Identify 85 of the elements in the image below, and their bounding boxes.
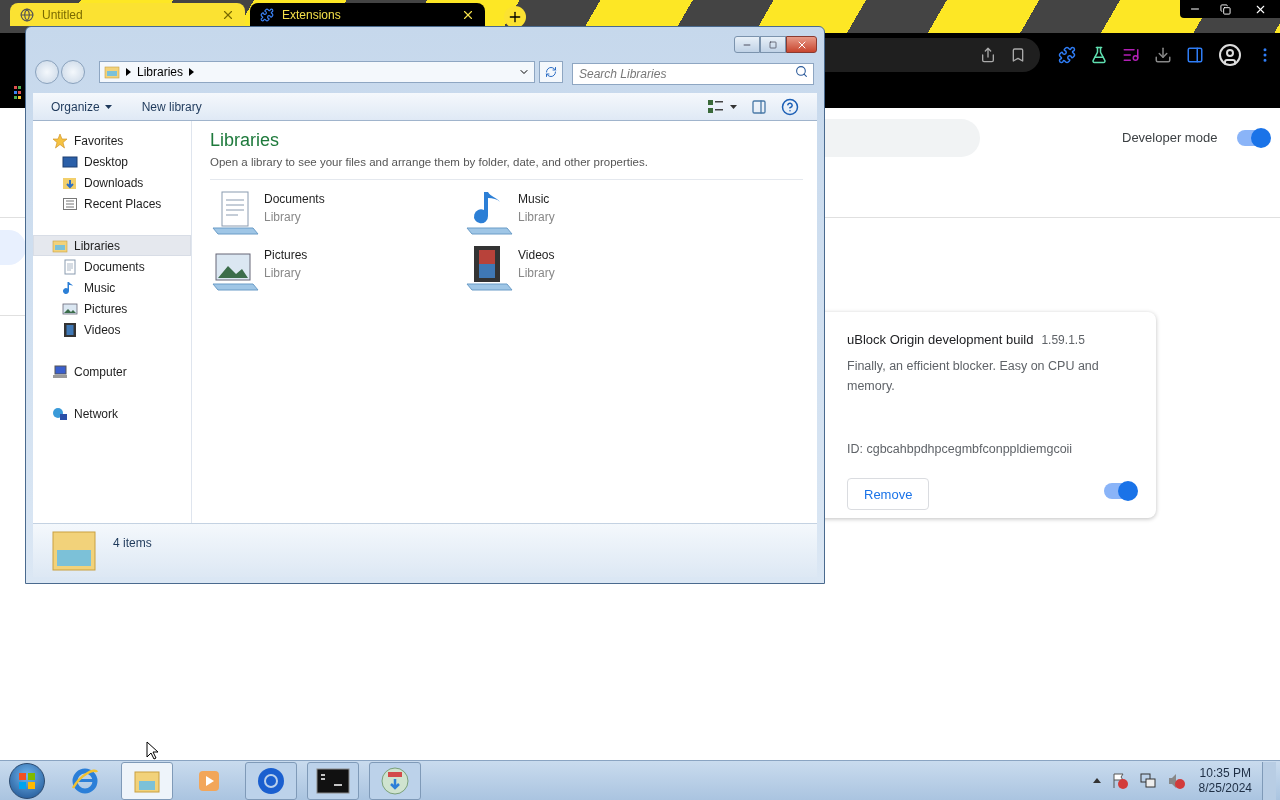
maximize-icon (769, 40, 777, 49)
view-options-icon[interactable] (708, 99, 724, 114)
film-icon (62, 321, 78, 338)
preview-pane-icon[interactable] (751, 98, 767, 115)
refresh-button[interactable] (539, 60, 563, 83)
avatar-icon[interactable] (1218, 43, 1242, 67)
apps-grid-icon[interactable] (14, 85, 22, 100)
library-item[interactable]: Pictures Library (210, 244, 464, 293)
puzzle-icon (260, 7, 274, 22)
picture-icon (62, 300, 78, 317)
restore-icon (1219, 3, 1231, 15)
computer-icon (52, 363, 68, 380)
network-icon[interactable] (1138, 771, 1157, 790)
download-icon[interactable] (1154, 46, 1172, 64)
nav-item[interactable]: Network (33, 403, 191, 424)
terminal-icon (316, 766, 350, 795)
windows-logo-icon (18, 771, 36, 790)
library-item[interactable]: Videos Library (464, 244, 718, 293)
library-item[interactable]: Music Library (464, 188, 718, 237)
library-subtitle: Open a library to see your files and arrange them by folder, date, and other properties. (210, 155, 649, 170)
help-icon[interactable] (781, 97, 799, 116)
search-field[interactable] (825, 118, 980, 157)
remove-button[interactable]: Remove (847, 478, 930, 511)
puzzle-icon[interactable] (1058, 46, 1076, 64)
nav-item[interactable]: Libraries (33, 235, 191, 256)
globe-icon (20, 7, 34, 22)
caret-icon[interactable] (730, 104, 737, 109)
document-icon (62, 258, 78, 275)
extension-id: ID: cgbcahbpdhpcegmbfconppldiemgcoii (847, 440, 1074, 458)
nav-item[interactable]: Favorites (33, 130, 191, 151)
library-folder-icon (51, 528, 97, 572)
flag-error-icon[interactable] (1110, 771, 1129, 790)
breadcrumb-item[interactable]: Libraries (137, 62, 184, 81)
star-icon (52, 132, 68, 149)
caret-icon (104, 104, 112, 109)
extension-name: uBlock Origin development build (847, 331, 1034, 349)
show-hidden-icons-button[interactable] (1092, 778, 1101, 783)
library-item[interactable]: Documents Library (210, 188, 464, 237)
library-folder-icon (52, 237, 68, 254)
library-heading: Libraries (210, 129, 281, 151)
playlist-icon[interactable] (1122, 46, 1140, 64)
bookmark-icon[interactable] (1010, 47, 1026, 63)
nav-item[interactable]: Music (43, 277, 191, 298)
nav-item[interactable]: Recent Places (43, 193, 191, 214)
close-button[interactable] (786, 36, 817, 53)
ring-icon (256, 765, 286, 796)
nav-item[interactable]: Downloads (43, 172, 191, 193)
extension-version: 1.59.1.5 (1041, 332, 1085, 349)
recent-places-icon (62, 195, 78, 212)
refresh-icon (545, 65, 557, 78)
address-field[interactable]: Libraries (99, 60, 535, 83)
toolbar-button[interactable]: Organize (51, 97, 112, 116)
extension-description: Finally, an efficient blocker. Easy on CPU and memory. (847, 357, 1100, 395)
library-folder-icon (104, 63, 120, 80)
plus-icon (507, 9, 523, 25)
desktop-icon (62, 153, 78, 170)
search-icon (795, 64, 808, 78)
clock[interactable]: 10:35 PM 8/25/2024 (1198, 765, 1252, 796)
minimize-button[interactable] (734, 36, 760, 53)
side-panel-icon[interactable] (1186, 46, 1204, 64)
nav-item[interactable]: Documents (43, 256, 191, 277)
item-count: 4 items (113, 535, 152, 552)
new-tab-button[interactable] (504, 6, 526, 28)
video-library-icon (464, 244, 514, 293)
nav-item[interactable]: Videos (43, 319, 191, 340)
nav-item[interactable]: Computer (33, 361, 191, 382)
flask-icon[interactable] (1090, 46, 1108, 64)
start-button[interactable] (9, 762, 45, 799)
browser-tab[interactable]: Extensions (250, 3, 485, 26)
browser-tab[interactable]: Untitled (10, 3, 245, 26)
network-icon (52, 405, 68, 422)
chevron-right-icon[interactable] (189, 67, 195, 76)
taskbar-button[interactable] (307, 761, 359, 800)
search-field[interactable]: Search Libraries (572, 62, 814, 85)
installer-disc-icon (380, 765, 410, 796)
sidebar-item[interactable] (0, 230, 26, 265)
document-library-icon (210, 188, 260, 237)
toggle-switch[interactable] (1237, 129, 1270, 146)
toggle-switch[interactable] (1104, 483, 1136, 500)
nav-item[interactable]: Pictures (43, 298, 191, 319)
developer-mode-label: Developer mode (1122, 128, 1218, 147)
toolbar-button[interactable]: New library (141, 97, 202, 116)
share-icon[interactable] (980, 47, 996, 63)
nav-item[interactable]: Desktop (43, 151, 191, 172)
chevron-right-icon (126, 67, 131, 76)
